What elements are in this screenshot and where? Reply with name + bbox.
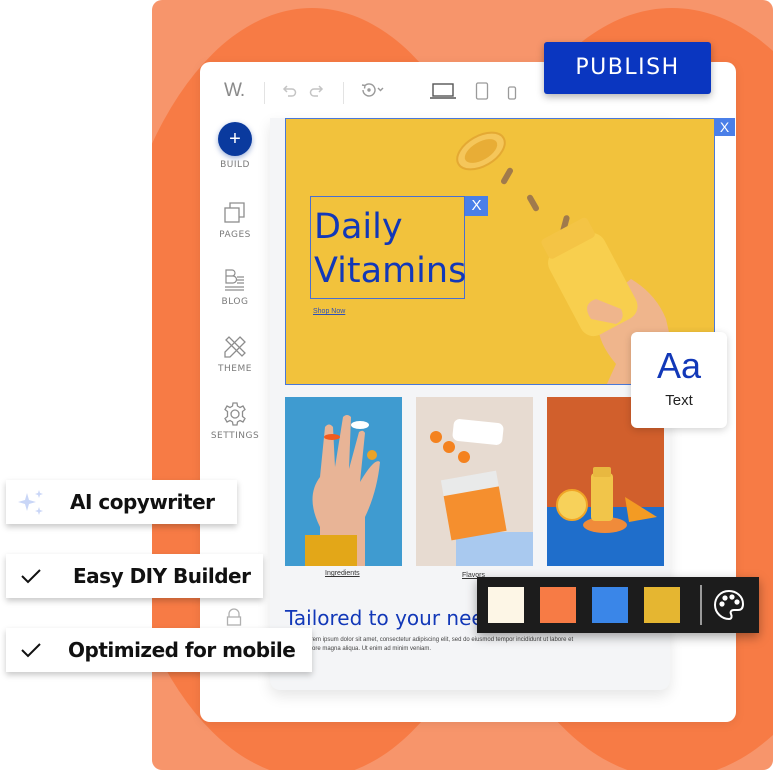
feature-badge-mobile: Optimized for mobile: [6, 628, 312, 672]
sidebar-item-theme[interactable]: THEME: [200, 334, 270, 374]
sidebar-item-settings[interactable]: SETTINGS: [200, 401, 270, 441]
color-swatch[interactable]: [540, 587, 576, 623]
color-swatch[interactable]: [488, 587, 524, 623]
sidebar-label: BUILD: [220, 160, 250, 170]
text-widget[interactable]: Aa Text: [631, 332, 727, 428]
feature-label: AI copywriter: [70, 490, 215, 514]
product-caption[interactable]: Ingredients: [325, 570, 360, 577]
plus-icon[interactable]: +: [218, 122, 252, 156]
shop-now-link[interactable]: Shop Now: [313, 308, 345, 315]
tablet-view-icon[interactable]: [475, 82, 489, 100]
text-widget-label: Text: [665, 392, 693, 409]
sidebar-item-blog[interactable]: BLOG: [200, 267, 270, 307]
sidebar-label: PAGES: [219, 230, 251, 240]
hero-title-line1: Daily: [314, 207, 403, 247]
title-close-button[interactable]: X: [465, 196, 488, 216]
redo-icon[interactable]: [308, 82, 324, 98]
text-glyph-icon: Aa: [656, 345, 702, 386]
feature-badge-ai-copywriter: AI copywriter: [6, 480, 237, 524]
palette-divider: [700, 585, 702, 625]
feature-label: Optimized for mobile: [68, 638, 296, 662]
color-swatch[interactable]: [644, 587, 680, 623]
section-title[interactable]: Tailored to your needs: [285, 606, 507, 630]
hero-title-line2: Vitamins: [314, 251, 467, 291]
toolbar-divider: [264, 82, 265, 104]
check-icon: [6, 642, 56, 658]
section-body[interactable]: Lorem ipsum dolor sit amet, consectetur …: [304, 636, 574, 654]
color-palette-toolbar: [477, 577, 759, 633]
hero-close-button[interactable]: X: [714, 118, 735, 136]
publish-button[interactable]: PUBLISH: [544, 42, 711, 94]
check-icon: [6, 568, 56, 584]
sparkle-icon: [6, 487, 56, 517]
logo: W.: [224, 80, 245, 101]
palette-icon[interactable]: [711, 587, 747, 623]
color-swatch[interactable]: [592, 587, 628, 623]
mobile-view-icon[interactable]: [507, 86, 517, 100]
hero-title-box[interactable]: Daily Vitamins: [310, 196, 466, 299]
theme-icon: [222, 334, 248, 360]
hero-title: Daily Vitamins: [314, 205, 466, 293]
sidebar-label: BLOG: [221, 297, 249, 307]
gear-icon: [222, 401, 248, 427]
desktop-view-icon[interactable]: [430, 82, 456, 100]
feature-label: Easy DIY Builder: [73, 564, 251, 588]
history-icon[interactable]: [360, 82, 386, 98]
product-image-ingredients[interactable]: [285, 397, 402, 566]
undo-icon[interactable]: [282, 82, 298, 98]
sidebar-item-build[interactable]: + BUILD: [200, 122, 270, 170]
feature-badge-diy-builder: Easy DIY Builder: [6, 554, 263, 598]
product-image-flavors[interactable]: [416, 397, 533, 566]
blog-icon: [222, 267, 248, 293]
pages-icon: [222, 200, 248, 226]
sidebar-item-pages[interactable]: PAGES: [200, 200, 270, 240]
toolbar-divider: [343, 82, 344, 104]
sidebar-label: THEME: [218, 364, 252, 374]
sidebar-label: SETTINGS: [210, 431, 260, 441]
